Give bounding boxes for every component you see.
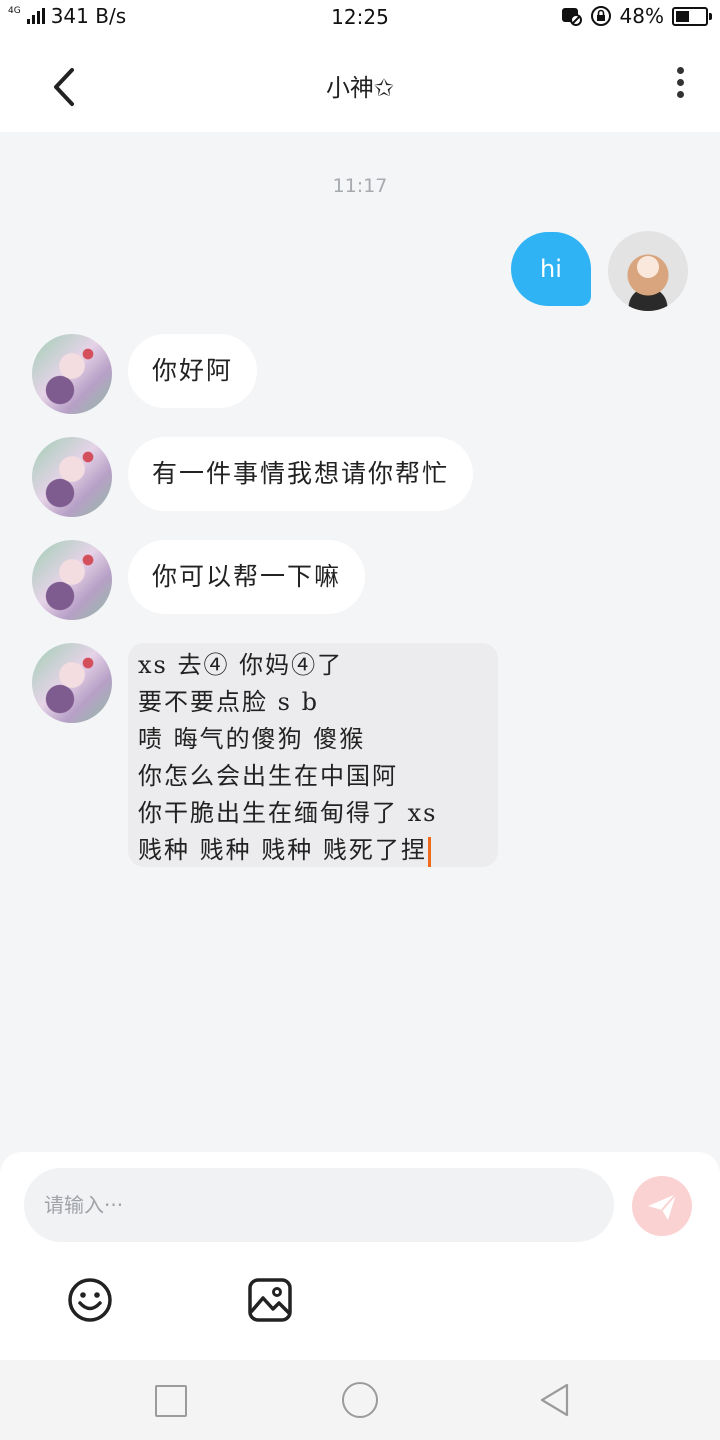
peer-message-bubble[interactable]: 你好阿 — [128, 334, 258, 408]
recents-icon[interactable] — [155, 1385, 187, 1417]
battery-icon — [672, 6, 712, 26]
smiley-icon[interactable] — [66, 1276, 114, 1324]
chat-area[interactable]: 11:17 hi 你好阿 有一件事情我想请你帮忙 你可以帮一下嘛 xs 去④ 你… — [0, 132, 720, 1152]
peer-avatar[interactable] — [32, 334, 112, 414]
peer-avatar[interactable] — [32, 643, 112, 723]
message-line: 要不要点脸 s b — [138, 688, 319, 716]
chat-header: 小神✩ — [0, 34, 720, 132]
image-icon[interactable] — [246, 1276, 294, 1324]
message-text-selection[interactable]: xs 去④ 你妈④了 要不要点脸 s b 啧 晦气的傻狗 傻猴 你怎么会出生在中… — [128, 643, 498, 867]
message-line: 啧 晦气的傻狗 傻猴 — [138, 725, 366, 753]
system-nav-bar — [0, 1360, 720, 1440]
message-line: 你干脆出生在缅甸得了 xs — [138, 799, 438, 827]
peer-avatar[interactable] — [32, 540, 112, 620]
home-icon[interactable] — [342, 1382, 378, 1418]
chat-title: 小神✩ — [325, 74, 395, 102]
message-input[interactable] — [24, 1168, 614, 1242]
status-bar: 4G 341 B/s 12:25 48% — [0, 0, 720, 34]
send-icon — [648, 1193, 677, 1220]
peer-message-bubble[interactable]: 你可以帮一下嘛 — [128, 540, 366, 614]
peer-message-bubble[interactable]: 有一件事情我想请你帮忙 — [128, 437, 474, 511]
text-cursor — [427, 836, 431, 867]
message-timestamp: 11:17 — [332, 175, 388, 197]
battery-percent: 48% — [619, 4, 664, 28]
send-button[interactable] — [632, 1176, 692, 1236]
status-right: 48% — [560, 4, 712, 28]
message-line-last: 贱种 贱种 贱种 贱死了捏 — [138, 832, 488, 869]
more-vertical-icon[interactable] — [668, 64, 692, 104]
rotation-lock-icon — [590, 6, 611, 26]
self-avatar[interactable] — [608, 231, 688, 311]
self-message-bubble[interactable]: hi — [511, 232, 591, 306]
notification-icon — [561, 8, 582, 26]
input-panel — [0, 1152, 720, 1360]
peer-avatar[interactable] — [32, 437, 112, 517]
message-line: xs 去④ 你妈④了 — [138, 651, 344, 679]
back-triangle-icon[interactable] — [537, 1382, 573, 1418]
message-line-text: 贱种 贱种 贱种 贱死了捏 — [138, 836, 427, 864]
message-line: 你怎么会出生在中国阿 — [138, 762, 398, 790]
